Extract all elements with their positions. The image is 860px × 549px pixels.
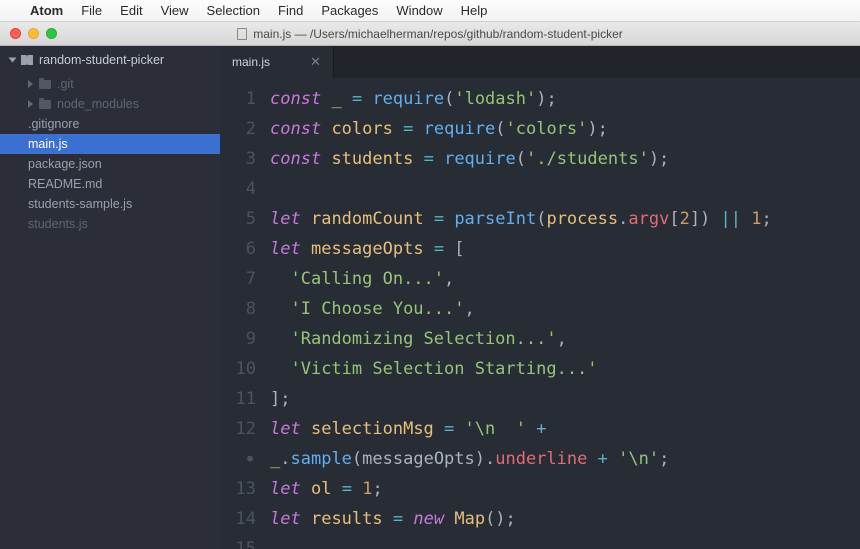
window-title-text: main.js — /Users/michaelherman/repos/git… [253,27,623,41]
tree-item-node_modules[interactable]: node_modules [0,94,220,114]
tree-item-label: node_modules [57,97,139,111]
tree-item-README-md[interactable]: README.md [0,174,220,194]
close-tab-icon[interactable]: ✕ [310,54,321,70]
menu-file[interactable]: File [81,3,102,18]
menu-atom[interactable]: Atom [30,3,63,18]
tab-bar[interactable]: main.js ✕ [220,46,860,78]
tree-item-label: .git [57,77,74,91]
tree-item-label: main.js [28,137,68,151]
project-root[interactable]: random-student-picker [0,46,220,74]
menu-window[interactable]: Window [396,3,442,18]
tree-item-label: package.json [28,157,102,171]
window-titlebar[interactable]: main.js — /Users/michaelherman/repos/git… [0,22,860,46]
line-gutter: 123456789101112•131415 [220,78,270,549]
tab-main-js[interactable]: main.js ✕ [220,46,334,78]
code-content[interactable]: const _ = require('lodash');const colors… [270,78,860,549]
menu-edit[interactable]: Edit [120,3,142,18]
macos-menubar: Atom File Edit View Selection Find Packa… [0,0,860,22]
repo-icon [21,55,33,65]
menu-view[interactable]: View [161,3,189,18]
tree-item-students-js[interactable]: students.js [0,214,220,234]
code-editor[interactable]: 123456789101112•131415 const _ = require… [220,78,860,549]
window-title: main.js — /Users/michaelherman/repos/git… [0,27,860,41]
tree-item-label: .gitignore [28,117,79,131]
file-icon [237,28,247,40]
chevron-right-icon[interactable] [28,80,33,88]
menu-find[interactable]: Find [278,3,303,18]
menu-selection[interactable]: Selection [207,3,260,18]
tree-item-main-js[interactable]: main.js [0,134,220,154]
tab-label: main.js [232,55,270,69]
tree-item-students-sample-js[interactable]: students-sample.js [0,194,220,214]
project-name: random-student-picker [39,53,164,67]
tree-item-label: students-sample.js [28,197,132,211]
tree-item-label: students.js [28,217,88,231]
chevron-down-icon[interactable] [9,58,17,63]
project-tree[interactable]: random-student-picker .git node_modules .g… [0,46,220,549]
menu-packages[interactable]: Packages [321,3,378,18]
tree-item-label: README.md [28,177,102,191]
tree-item--gitignore[interactable]: .gitignore [0,114,220,134]
tree-item-package-json[interactable]: package.json [0,154,220,174]
menu-help[interactable]: Help [461,3,488,18]
chevron-right-icon[interactable] [28,100,33,108]
folder-icon [39,100,51,109]
tree-item--git[interactable]: .git [0,74,220,94]
folder-icon [39,80,51,89]
